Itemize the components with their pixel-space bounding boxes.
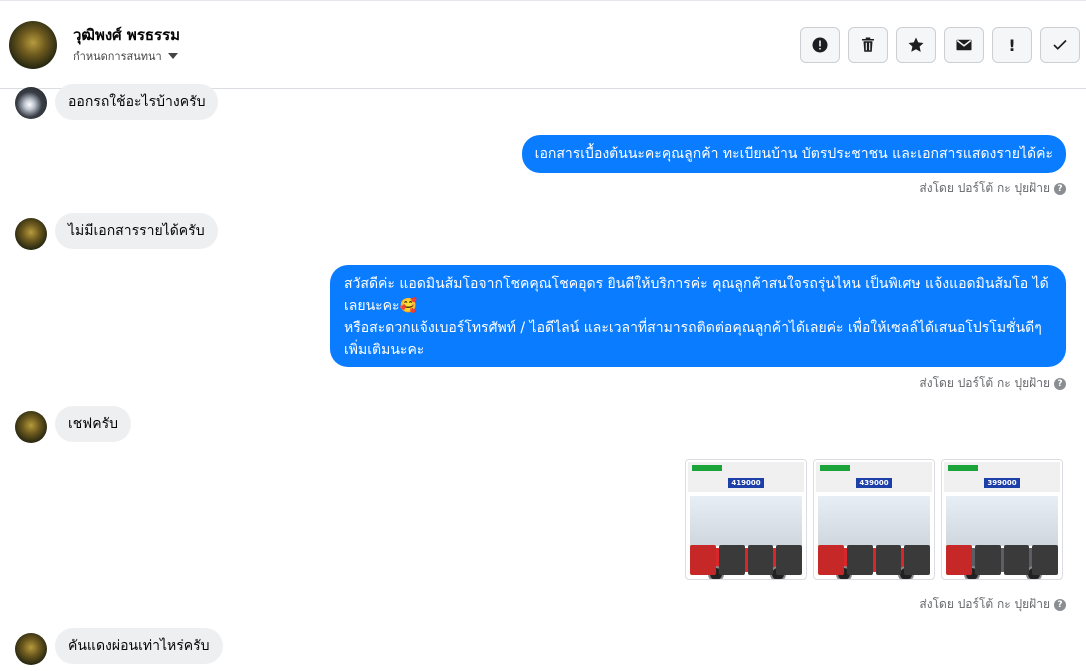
dealer-logo (948, 465, 978, 471)
detail-photo (1032, 545, 1058, 575)
car-image-attachment[interactable]: 419000 (685, 459, 807, 580)
car-image-attachment[interactable]: 439000 (813, 459, 935, 580)
sender-avatar (15, 218, 47, 250)
price-tag: 419000 (728, 478, 764, 488)
detail-photo (974, 545, 1001, 575)
sent-by-text: ส่งโดย ปอร์โต้ กะ ปุยฝ้าย (919, 376, 1050, 390)
dealer-logo (820, 465, 850, 471)
help-icon[interactable]: ? (1054, 598, 1066, 611)
sender-avatar (15, 87, 47, 119)
detail-photo (1003, 545, 1030, 575)
car-image-attachment[interactable]: 399000 (941, 459, 1063, 580)
detail-photo (776, 545, 802, 575)
car-photo (818, 496, 930, 579)
conversation-label: กำหนดการสนทนา (73, 50, 162, 63)
contact-avatar[interactable] (9, 21, 57, 69)
detail-photo (818, 545, 844, 575)
incoming-message: คันแดงผ่อนเท่าไหร่ครับ (55, 628, 223, 664)
conversation-header: วุฒิพงศ์ พรธรรม กำหนดการสนทนา ! (0, 0, 1086, 89)
incoming-message: ออกรถใช้อะไรบ้างครับ (55, 84, 219, 120)
detail-photo (946, 545, 972, 575)
detail-photo (747, 545, 774, 575)
car-photo (690, 496, 802, 579)
trash-icon (862, 37, 874, 52)
caret-down-icon (167, 53, 178, 59)
price-tag: 399000 (984, 478, 1020, 488)
detail-photos (818, 545, 930, 575)
detail-photo (875, 545, 902, 575)
delete-button[interactable] (848, 27, 888, 63)
flyer-header: 399000 (944, 462, 1060, 492)
sender-avatar (15, 411, 47, 443)
outgoing-message: เอกสารเบื้องต้นนะคะคุณลูกค้า ทะเบียนบ้าน… (521, 135, 1066, 173)
incoming-message: เชฟครับ (55, 406, 131, 442)
exclamation-icon: ! (1008, 35, 1016, 55)
sent-by-text: ส่งโดย ปอร์โต้ กะ ปุยฝ้าย (919, 181, 1050, 195)
star-button[interactable] (896, 27, 936, 63)
sent-by-label: ส่งโดย ปอร์โต้ กะ ปุยฝ้าย ? (919, 374, 1066, 393)
detail-photo (690, 545, 716, 575)
incoming-message: ไม่มีเอกสารรายได้ครับ (55, 213, 218, 249)
message-line: หรือสะดวกแจ้งเบอร์โทรศัพท์ / ไอดีไลน์ แล… (344, 320, 1042, 358)
outgoing-message: สวัสดีค่ะ แอดมินส้มโอจากโชคคุณโชคอุดร ยิ… (330, 265, 1066, 367)
mail-icon (956, 39, 972, 51)
flyer-header: 439000 (816, 462, 932, 492)
help-icon[interactable]: ? (1054, 182, 1066, 195)
sender-avatar (15, 633, 47, 665)
check-icon (1053, 39, 1067, 50)
car-photo (946, 496, 1058, 579)
report-button[interactable] (800, 27, 840, 63)
detail-photos (690, 545, 802, 575)
sent-by-label: ส่งโดย ปอร์โต้ กะ ปุยฝ้าย ? (919, 595, 1066, 614)
header-actions: ! (800, 27, 1080, 63)
mail-button[interactable] (944, 27, 984, 63)
mark-done-button[interactable] (1040, 27, 1080, 63)
contact-name[interactable]: วุฒิพงศ์ พรธรรม (73, 23, 180, 47)
conversation-label-dropdown[interactable]: กำหนดการสนทนา (73, 47, 178, 65)
image-attachments: 419000 439000 399000 (685, 459, 1063, 580)
detail-photos (946, 545, 1058, 575)
star-icon (908, 37, 924, 52)
message-line: สวัสดีค่ะ แอดมินส้มโอจากโชคคุณโชคอุดร ยิ… (344, 276, 1049, 314)
price-tag: 439000 (856, 478, 892, 488)
detail-photo (718, 545, 745, 575)
flyer-header: 419000 (688, 462, 804, 492)
follow-up-button[interactable]: ! (992, 27, 1032, 63)
help-icon[interactable]: ? (1054, 377, 1066, 390)
detail-photo (846, 545, 873, 575)
report-icon (812, 37, 828, 53)
detail-photo (904, 545, 930, 575)
dealer-logo (692, 465, 722, 471)
sent-by-text: ส่งโดย ปอร์โต้ กะ ปุยฝ้าย (919, 597, 1050, 611)
sent-by-label: ส่งโดย ปอร์โต้ กะ ปุยฝ้าย ? (919, 179, 1066, 198)
